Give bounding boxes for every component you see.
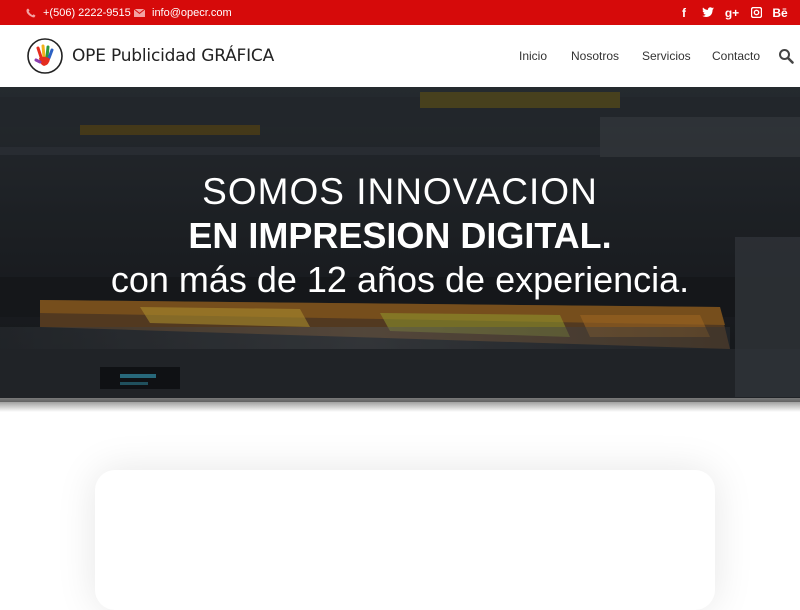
twitter-icon[interactable]: [696, 0, 720, 25]
brand-name[interactable]: OPE Publicidad GRÁFICA: [72, 46, 274, 66]
phone-contact[interactable]: +(506) 2222-9515: [26, 0, 131, 25]
phone-number[interactable]: +(506) 2222-9515: [43, 7, 131, 19]
hero-headline-line-3: con más de 12 años de experiencia.: [110, 259, 690, 300]
hero-bottom-shadow: [0, 398, 800, 412]
site-header: OPE Publicidad GRÁFICA Inicio Nosotros S…: [0, 25, 800, 87]
nav-item-servicios[interactable]: Servicios: [642, 25, 691, 87]
behance-icon[interactable]: Bē: [768, 0, 792, 25]
hero-headline-line-2: EN IMPRESION DIGITAL.: [188, 215, 612, 256]
instagram-icon[interactable]: [744, 0, 768, 25]
content-card: [95, 470, 715, 610]
google-plus-icon[interactable]: g+: [720, 0, 744, 25]
hero-headline-line-1: SOMOS INNOVACION: [202, 171, 598, 212]
nav-item-contacto[interactable]: Contacto: [712, 25, 760, 87]
mail-icon: [134, 8, 145, 17]
logo-hand-icon[interactable]: [27, 38, 63, 74]
hero-banner: SOMOS INNOVACION EN IMPRESION DIGITAL. c…: [0, 87, 800, 402]
phone-icon: [26, 8, 36, 17]
facebook-icon[interactable]: f: [672, 0, 696, 25]
email-address[interactable]: info@opecr.com: [152, 7, 232, 19]
social-links: f g+ Bē: [672, 0, 792, 25]
top-bar: +(506) 2222-9515 info@opecr.com f g+ Bē: [0, 0, 800, 25]
search-icon[interactable]: [778, 48, 794, 64]
email-contact[interactable]: info@opecr.com: [134, 0, 232, 25]
nav-item-nosotros[interactable]: Nosotros: [571, 25, 619, 87]
nav-item-inicio[interactable]: Inicio: [519, 25, 547, 87]
